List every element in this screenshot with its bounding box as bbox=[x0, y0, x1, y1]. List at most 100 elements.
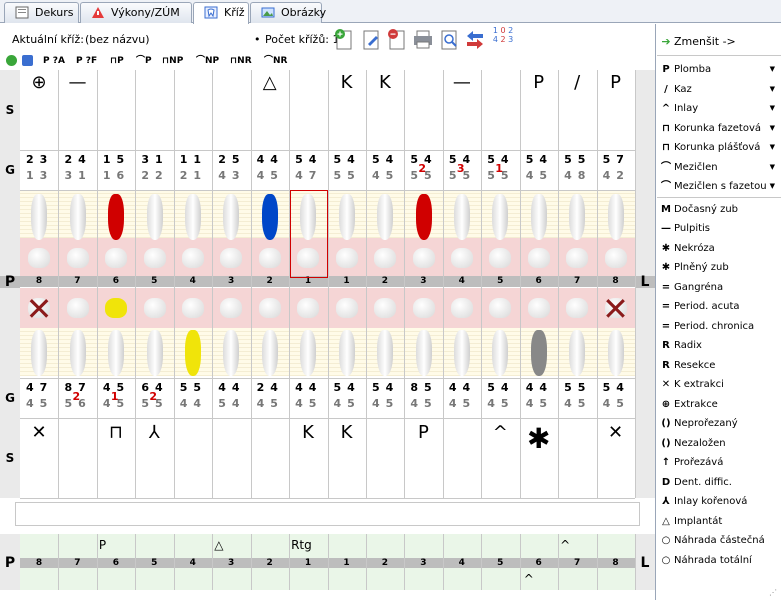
resize-grip-icon[interactable]: ⋰ bbox=[769, 588, 779, 598]
upper-crown[interactable] bbox=[451, 248, 474, 268]
lower-root[interactable] bbox=[223, 330, 240, 376]
lower-root[interactable] bbox=[492, 330, 509, 376]
filter-bridge-nr[interactable]: ⌒NR bbox=[264, 55, 287, 68]
plan-symbol[interactable]: ^ bbox=[524, 572, 534, 586]
diagnosis-item[interactable]: M Dočasný zub bbox=[657, 200, 781, 219]
filter-crown-np[interactable]: ⊓NP bbox=[162, 55, 183, 68]
diagnosis-item[interactable]: ^ Inlay ▼ bbox=[657, 99, 781, 118]
upper-crown[interactable] bbox=[489, 248, 512, 268]
filter-p-f[interactable]: P ?F bbox=[76, 55, 97, 68]
lower-root[interactable] bbox=[454, 330, 471, 376]
lower-root[interactable] bbox=[530, 330, 547, 376]
upper-symbol[interactable]: — bbox=[443, 72, 481, 93]
delete-cross-icon[interactable] bbox=[386, 26, 408, 52]
upper-crown[interactable] bbox=[374, 248, 397, 268]
lower-crown[interactable] bbox=[335, 298, 358, 318]
upper-crown[interactable] bbox=[181, 248, 204, 268]
edit-cross-icon[interactable] bbox=[360, 26, 382, 52]
upper-root[interactable] bbox=[530, 194, 547, 240]
lower-crown[interactable] bbox=[181, 298, 204, 318]
tab-kriz[interactable]: Kříž bbox=[193, 2, 249, 24]
current-cross-select[interactable]: (bez názvu) bbox=[85, 33, 150, 46]
print-icon[interactable] bbox=[412, 26, 434, 52]
diagnosis-item[interactable]: = Period. acuta bbox=[657, 297, 781, 316]
plan-symbol[interactable]: ^ bbox=[560, 538, 570, 552]
upper-root[interactable] bbox=[261, 194, 278, 240]
chevron-down-icon[interactable]: ▼ bbox=[770, 177, 775, 196]
upper-crown[interactable] bbox=[297, 248, 320, 268]
diagnosis-item[interactable]: = Period. chronica bbox=[657, 317, 781, 336]
notes-input[interactable] bbox=[15, 502, 640, 526]
upper-root[interactable] bbox=[338, 194, 355, 240]
upper-symbol[interactable]: △ bbox=[251, 72, 289, 93]
upper-crown[interactable] bbox=[105, 248, 128, 268]
add-cross-icon[interactable] bbox=[333, 26, 355, 52]
lower-crown[interactable] bbox=[143, 298, 166, 318]
filter-bridge-np[interactable]: ⌒NP bbox=[196, 55, 219, 68]
lower-crown[interactable] bbox=[451, 298, 474, 318]
lower-symbol[interactable]: ⊓ bbox=[97, 422, 135, 443]
upper-root[interactable] bbox=[108, 194, 125, 240]
upper-root[interactable] bbox=[223, 194, 240, 240]
upper-root[interactable] bbox=[492, 194, 509, 240]
upper-crown[interactable] bbox=[604, 248, 627, 268]
diagnosis-item[interactable]: ⊓ Korunka plášťová ▼ bbox=[657, 138, 781, 157]
chevron-down-icon[interactable]: ▼ bbox=[770, 99, 775, 118]
diagnosis-item[interactable]: ⊕ Extrakce bbox=[657, 395, 781, 414]
upper-symbol[interactable]: K bbox=[328, 72, 366, 93]
lower-root[interactable] bbox=[108, 330, 125, 376]
lower-crown[interactable] bbox=[374, 298, 397, 318]
diagnosis-item[interactable]: D Dent. diffic. bbox=[657, 473, 781, 492]
diagnosis-item[interactable]: ○ Náhrada totální bbox=[657, 551, 781, 570]
chevron-down-icon[interactable]: ▼ bbox=[770, 80, 775, 99]
upper-crown[interactable] bbox=[412, 248, 435, 268]
diagnosis-item[interactable]: () Neprořezaný bbox=[657, 414, 781, 433]
diagnosis-item[interactable]: = Gangréna bbox=[657, 278, 781, 297]
lower-root[interactable] bbox=[569, 330, 586, 376]
blue-square-icon[interactable] bbox=[22, 55, 33, 66]
upper-crown[interactable] bbox=[220, 248, 243, 268]
upper-symbol[interactable]: ⊕ bbox=[20, 72, 58, 93]
upper-symbol[interactable]: / bbox=[558, 72, 596, 93]
plan-symbol[interactable]: △ bbox=[214, 538, 223, 552]
lower-symbol[interactable]: K bbox=[328, 422, 366, 443]
chevron-down-icon[interactable]: ▼ bbox=[770, 158, 775, 177]
diagnosis-item[interactable]: R Radix bbox=[657, 336, 781, 355]
upper-crown[interactable] bbox=[258, 248, 281, 268]
upper-symbol[interactable]: P bbox=[597, 72, 635, 93]
lower-crown[interactable] bbox=[489, 298, 512, 318]
lower-symbol[interactable]: ⅄ bbox=[135, 422, 173, 443]
plan-symbol[interactable]: Rtg bbox=[291, 538, 312, 552]
chevron-down-icon[interactable]: ▼ bbox=[770, 60, 775, 79]
upper-crown[interactable] bbox=[143, 248, 166, 268]
filter-crown-p[interactable]: ⊓P bbox=[110, 55, 124, 68]
diagnosis-item[interactable]: — Pulpitis bbox=[657, 219, 781, 238]
tab-obrazky[interactable]: Obrázky bbox=[250, 2, 326, 23]
upper-crown[interactable] bbox=[566, 248, 589, 268]
diagnosis-item[interactable]: ✱ Nekróza bbox=[657, 239, 781, 258]
upper-root[interactable] bbox=[415, 194, 432, 240]
diagnosis-item[interactable]: ○ Náhrada částečná bbox=[657, 531, 781, 550]
tab-dekurs[interactable]: Dekurs bbox=[4, 2, 79, 23]
lower-root[interactable] bbox=[261, 330, 278, 376]
upper-symbol[interactable]: K bbox=[366, 72, 404, 93]
lower-crown[interactable] bbox=[258, 298, 281, 318]
upper-root[interactable] bbox=[184, 194, 201, 240]
tab-vykony[interactable]: Výkony/ZÚM bbox=[80, 2, 192, 23]
upper-root[interactable] bbox=[569, 194, 586, 240]
upper-crown[interactable] bbox=[28, 248, 51, 268]
lower-crown[interactable] bbox=[527, 298, 550, 318]
upper-root[interactable] bbox=[31, 194, 48, 240]
diagnosis-item[interactable]: ⌒ Mezičlen s fazetou ▼ bbox=[657, 177, 781, 196]
diagnosis-item[interactable]: / Kaz ▼ bbox=[657, 80, 781, 99]
lower-root[interactable] bbox=[31, 330, 48, 376]
green-dot-icon[interactable] bbox=[6, 55, 17, 66]
diagnosis-item[interactable]: () Nezaložen bbox=[657, 434, 781, 453]
lower-symbol[interactable]: ✕ bbox=[20, 422, 58, 443]
upper-crown[interactable] bbox=[335, 248, 358, 268]
lower-root[interactable] bbox=[184, 330, 201, 376]
upper-root[interactable] bbox=[454, 194, 471, 240]
filter-crown-nr[interactable]: ⊓NR bbox=[230, 55, 252, 68]
lower-crown[interactable] bbox=[220, 298, 243, 318]
lower-root[interactable] bbox=[300, 330, 317, 376]
